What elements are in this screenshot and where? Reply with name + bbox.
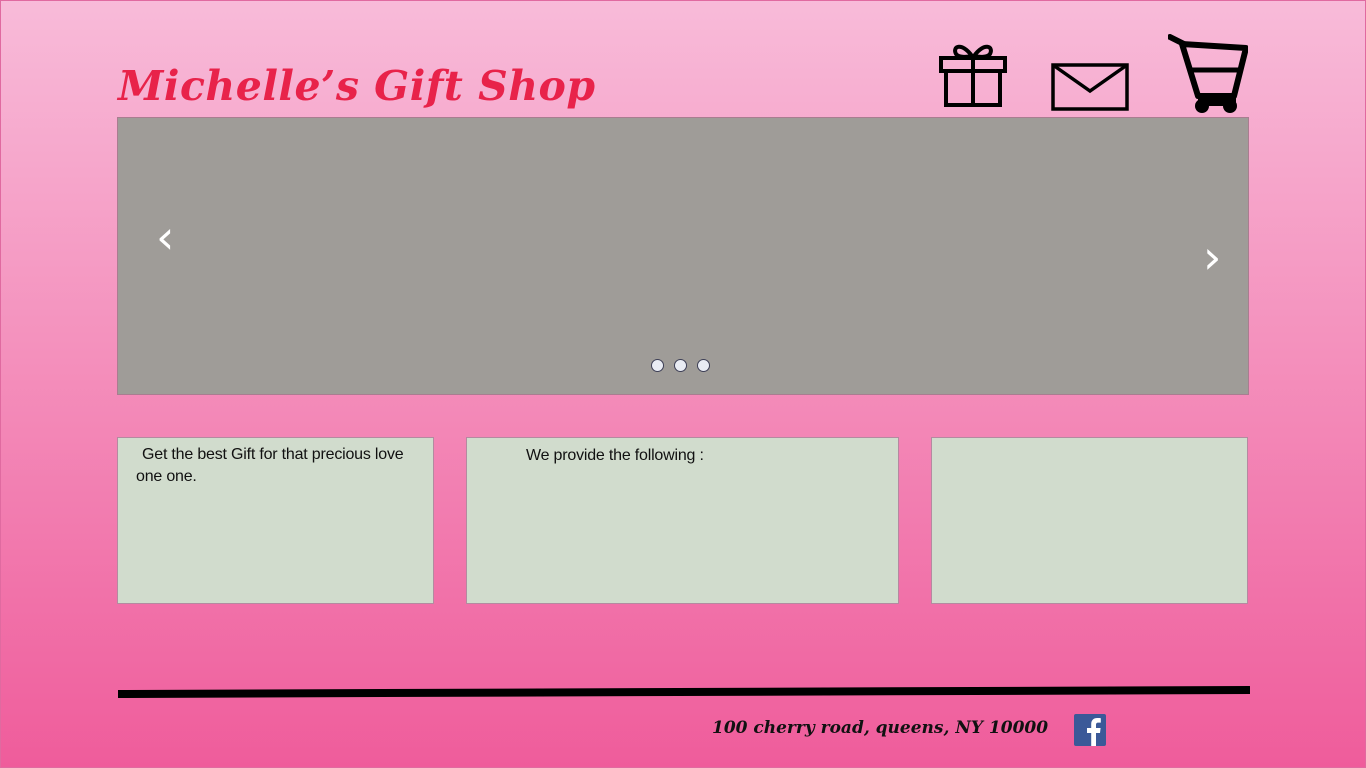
panel-text: We provide the following : (526, 447, 704, 464)
info-panel-gift: Get the best Gift for that precious love… (117, 437, 434, 604)
gift-button[interactable] (938, 38, 1010, 108)
carousel-indicators (651, 359, 710, 372)
carousel-next-button[interactable]: › (1203, 234, 1221, 280)
carousel-prev-button[interactable]: ‹ (156, 214, 174, 260)
facebook-icon (1074, 714, 1106, 746)
shopping-cart-icon (1168, 34, 1248, 113)
carousel-dot-3[interactable] (697, 359, 710, 372)
carousel-dot-1[interactable] (651, 359, 664, 372)
mail-button[interactable] (1051, 63, 1129, 111)
envelope-icon (1051, 63, 1129, 111)
info-panel-empty (931, 437, 1248, 604)
panel-text: Get the best Gift for that precious love… (136, 446, 404, 485)
facebook-link[interactable] (1074, 714, 1106, 751)
site-title[interactable]: Michelle’s Gift Shop (118, 62, 596, 110)
footer-address: 100 cherry road, queens, NY 10000 (712, 718, 1049, 738)
info-panel-services: We provide the following : (466, 437, 899, 604)
cart-button[interactable] (1168, 34, 1248, 114)
carousel-dot-2[interactable] (674, 359, 687, 372)
gift-icon (939, 44, 1007, 107)
image-carousel[interactable]: ‹ › (117, 117, 1249, 395)
